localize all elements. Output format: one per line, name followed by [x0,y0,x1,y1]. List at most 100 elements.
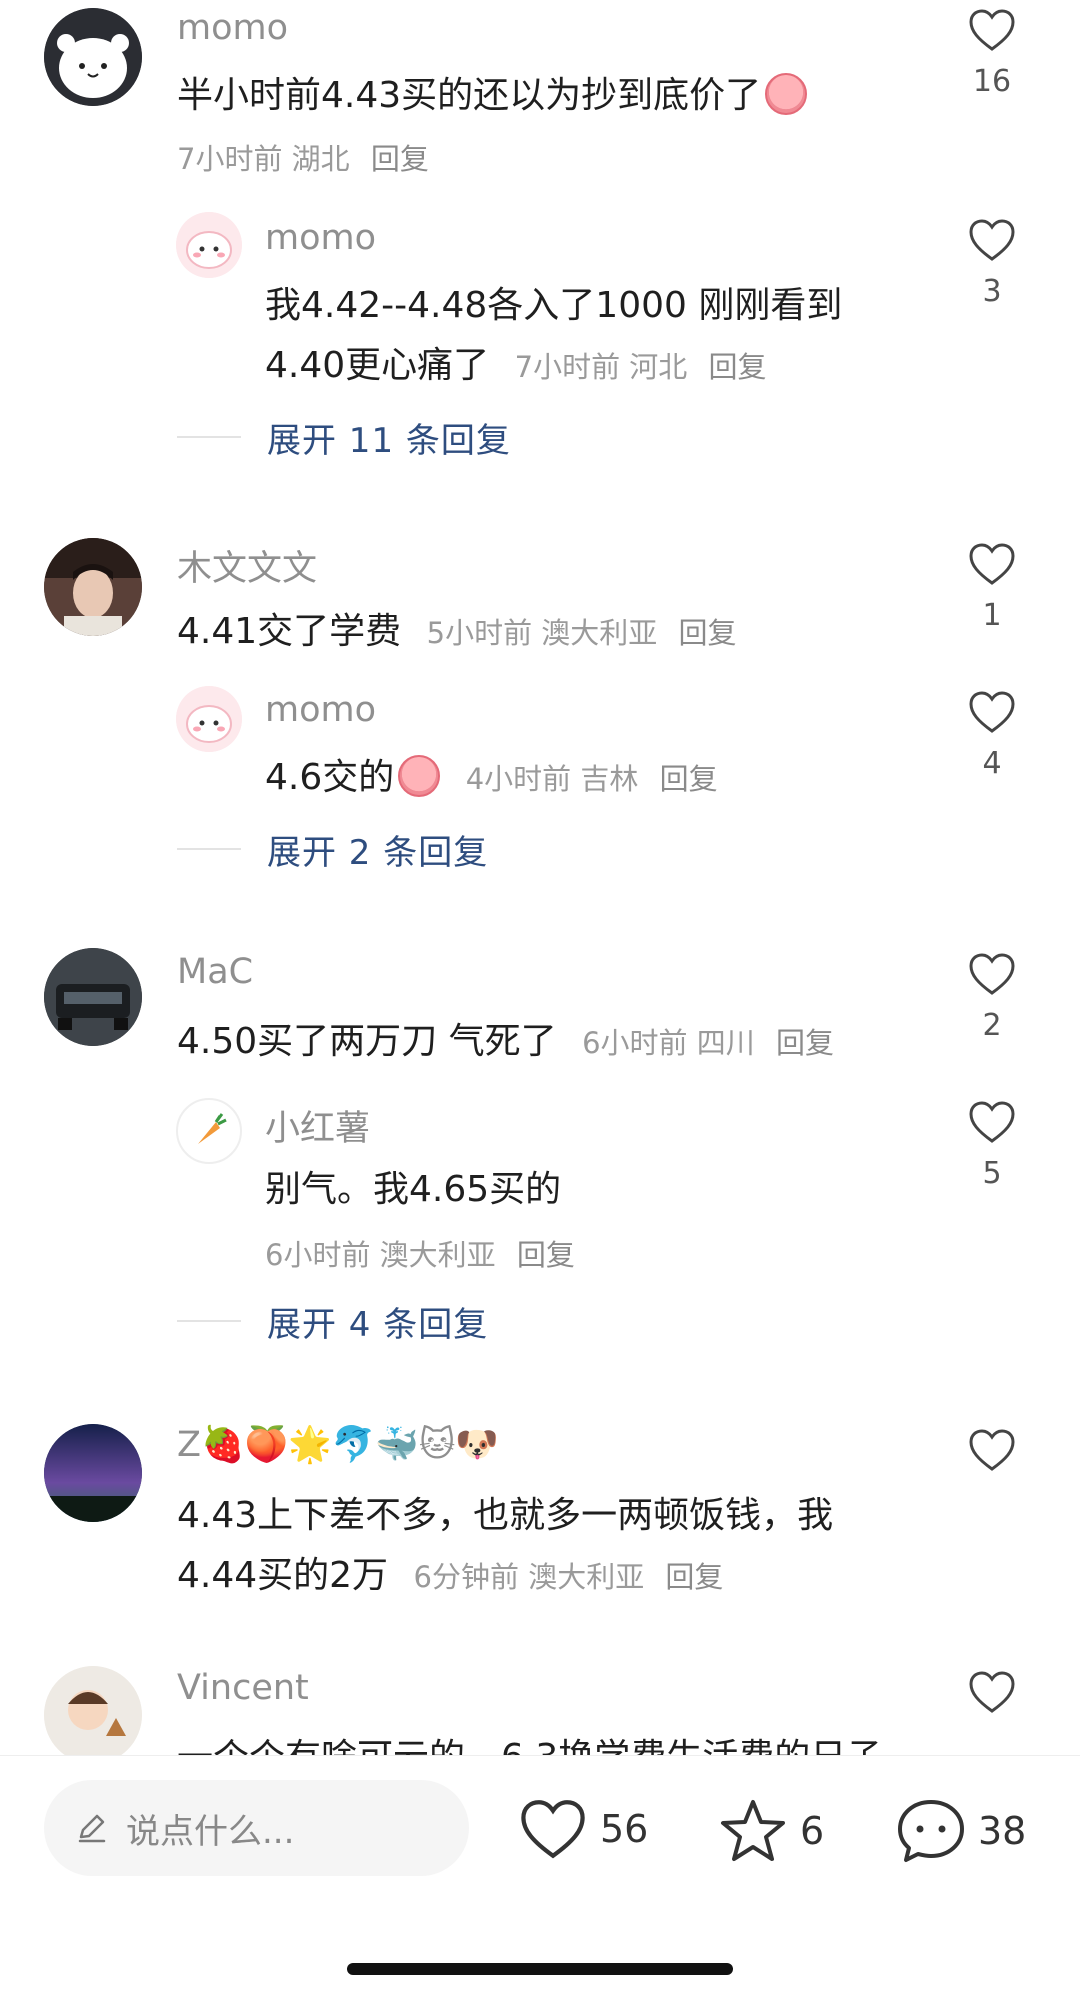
like-button[interactable]: 1 [952,542,1032,633]
comment-text-content: 半小时前4.43买的还以为抄到底价了 [177,75,762,116]
username[interactable]: 小红薯 [265,1100,370,1151]
divider [177,1320,241,1322]
expand-replies-button[interactable]: 展开 11 条回复 [177,412,511,462]
comment-text: 一个个有啥可云的，6.3换学费生活费的日子 [177,1728,882,1755]
collect-button[interactable]: 6 [718,1798,824,1864]
reply-button[interactable]: 回复 [371,142,429,176]
comment-text-content: 4.40更心痛了 [265,345,490,386]
like-count: 2 [982,1008,1002,1043]
bottom-action-bar: 说点什么... 56 6 38 [0,1755,1080,1997]
comment-time: 6分钟前 [413,1560,519,1594]
pencil-icon [78,1814,106,1843]
avatar[interactable] [44,1424,142,1522]
comment-location: 澳大利亚 [528,1560,645,1594]
username[interactable]: 木文文文 [177,540,317,591]
avatar[interactable] [44,8,142,106]
comment-location: 澳大利亚 [541,616,658,650]
avatar[interactable] [44,948,142,1046]
heart-icon [969,543,1015,585]
comment-time: 6小时前 [582,1026,688,1060]
comment-meta: 6分钟前 澳大利亚 回复 [414,1560,724,1594]
carrot-icon [198,1113,227,1144]
comment-text-content: 4.41交了学费 [177,611,402,652]
comment-button[interactable]: 38 [896,1798,1026,1864]
like-count: 16 [972,64,1012,99]
like-count: 4 [982,746,1002,781]
username[interactable]: MaC [177,952,253,992]
comment-text: 4.44买的2万 6分钟前 澳大利亚 回复 [177,1546,723,1598]
comment-meta: 6小时前 澳大利亚 回复 [265,1232,575,1274]
divider [177,436,241,438]
reply-button[interactable]: 回复 [709,350,767,384]
comment-location: 河北 [629,350,688,384]
like-count: 3 [982,274,1002,309]
username[interactable]: Vincent [177,1668,309,1708]
like-button[interactable] [952,1670,1032,1714]
like-button[interactable]: 4 [952,690,1032,781]
comment-meta: 7小时前 河北 回复 [515,350,767,384]
like-count: 56 [600,1807,649,1851]
reply-button[interactable]: 回复 [665,1560,723,1594]
comment-time: 7小时前 [514,350,621,384]
expand-replies-label: 展开 11 条回复 [267,420,511,461]
comment-text: 4.43上下差不多，也就多一两顿饭钱，我 [177,1495,834,1536]
comment-text: 别气。我4.65买的 [265,1169,562,1210]
crying-emoji-icon [765,73,808,115]
divider [177,848,241,850]
avatar[interactable] [176,1098,242,1164]
comment-text: 半小时前4.43买的还以为抄到底价了 [177,66,808,118]
like-count: 5 [982,1156,1002,1191]
heart-icon [969,953,1015,995]
comment-text: 4.40更心痛了 7小时前 河北 回复 [265,336,767,388]
username[interactable]: momo [265,690,376,730]
like-button[interactable]: 2 [952,952,1032,1043]
comment-list: momo 半小时前4.43买的还以为抄到底价了 7小时前 湖北 回复 16 mo… [0,0,1080,1755]
comment-time: 7小时前 [177,142,283,176]
comment-count: 38 [978,1809,1027,1853]
reply-button[interactable]: 回复 [776,1026,834,1060]
comment-text: 4.50买了两万刀 气死了 6小时前 四川 回复 [177,1012,834,1064]
reply-button[interactable]: 回复 [679,616,737,650]
expand-replies-button[interactable]: 展开 2 条回复 [177,824,488,874]
comment-meta: 4小时前 吉林 回复 [466,762,718,796]
like-count: 1 [982,598,1002,633]
heart-icon [969,1101,1015,1143]
heart-icon [969,1429,1015,1471]
like-button[interactable]: 3 [952,218,1032,309]
like-button[interactable] [952,1428,1032,1472]
home-indicator[interactable] [347,1963,733,1975]
comment-meta: 6小时前 四川 回复 [582,1026,834,1060]
comment-meta: 5小时前 澳大利亚 回复 [427,616,737,650]
comment-location: 四川 [696,1026,755,1060]
username[interactable]: momo [265,218,376,258]
like-button[interactable]: 16 [952,8,1032,99]
comment-text: 4.6交的 4小时前 吉林 回复 [265,748,718,800]
expand-replies-button[interactable]: 展开 4 条回复 [177,1296,488,1346]
collect-count: 6 [800,1809,825,1853]
comment-location: 澳大利亚 [379,1238,496,1272]
username[interactable]: momo [177,8,288,48]
avatar[interactable] [176,686,242,752]
avatar[interactable] [44,538,142,636]
reply-button[interactable]: 回复 [517,1238,575,1272]
comment-text-content: 4.44买的2万 [177,1555,389,1596]
comment-time: 5小时前 [426,616,533,650]
avatar[interactable] [176,212,242,278]
comment-location: 吉林 [580,762,639,796]
comment-text-content: 4.50买了两万刀 气死了 [177,1021,557,1062]
like-post-button[interactable]: 56 [518,1798,648,1860]
comment-input[interactable]: 说点什么... [44,1780,469,1876]
heart-icon [969,219,1015,261]
heart-icon [521,1800,585,1859]
like-button[interactable]: 5 [952,1100,1032,1191]
username[interactable]: Z🍓🍑🌟🐬🐳🐱🐶 [177,1424,499,1465]
comment-text: 我4.42--4.48各入了1000 刚刚看到 [265,285,843,326]
comment-text: 4.41交了学费 5小时前 澳大利亚 回复 [177,602,737,654]
reply-button[interactable]: 回复 [660,762,718,796]
sweat-emoji-icon [398,755,441,797]
avatar[interactable] [44,1666,142,1755]
comment-bubble-icon [898,1800,964,1862]
comment-meta: 7小时前 湖北 回复 [177,136,429,178]
heart-icon [969,9,1015,51]
star-icon [721,1800,785,1861]
